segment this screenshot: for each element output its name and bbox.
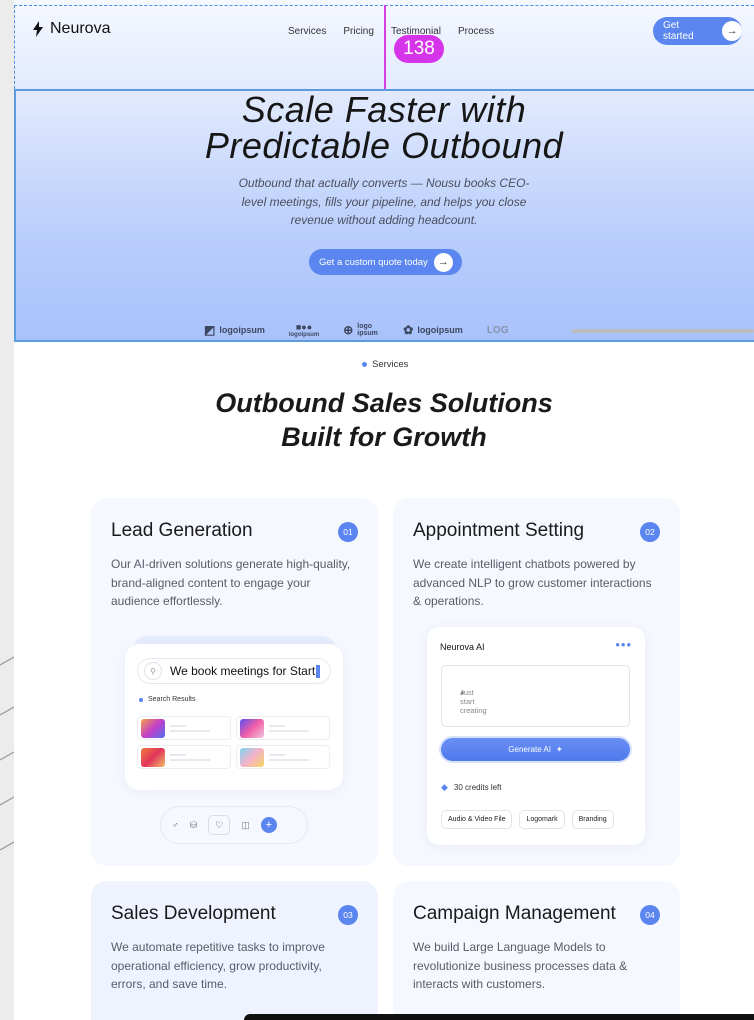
card-number-badge: 04 xyxy=(640,905,660,925)
arrow-right-icon: → xyxy=(433,252,453,272)
widget-toolbar: ♂ ⛁ ♡ ◫ + xyxy=(160,806,308,844)
search-input[interactable]: ⚲ We book meetings for Start xyxy=(137,658,331,684)
credits-text: 30 credits left xyxy=(453,783,502,792)
section-tag-label: Services xyxy=(372,359,409,370)
section-title: Outbound Sales Solutions Built for Growt… xyxy=(215,388,553,452)
sparkle-icon: ✦ xyxy=(556,745,563,754)
service-card-lead-generation: Lead Generation 01 Our AI-driven solutio… xyxy=(91,498,378,866)
generate-ai-label: Generate AI xyxy=(508,745,551,754)
client-logo-row: ◩ logoipsum ■●● logoipsum ⊕ logo ipsum ✿ log… xyxy=(204,322,508,338)
arrow-right-icon: → xyxy=(722,21,742,41)
search-query: We book meetings for Start xyxy=(170,663,321,679)
ai-widget: Neurova AI ••• Just start creating ● Gen… xyxy=(427,627,645,845)
client-logo-text: LOG xyxy=(486,324,509,336)
book-icon[interactable]: ◫ xyxy=(241,820,250,831)
measure-badge: 138 xyxy=(394,35,444,63)
card-title: Sales Development xyxy=(111,903,276,924)
card-number-badge: 01 xyxy=(338,522,358,542)
client-logo-text: logoipsum xyxy=(417,325,463,335)
search-result-item[interactable] xyxy=(137,716,231,740)
horizontal-scrollbar[interactable] xyxy=(572,329,754,333)
client-logo-text: logoipsum xyxy=(219,325,265,335)
section-tag: Services xyxy=(362,359,408,370)
card-description: Our AI-driven solutions generate high-qu… xyxy=(111,557,351,608)
search-result-item[interactable] xyxy=(236,716,330,740)
dots-logo-icon: ■●● xyxy=(295,322,313,332)
search-widget: ⚲ We book meetings for Start Search Resu… xyxy=(125,644,343,790)
client-logo-1: ◩ logoipsum xyxy=(204,323,265,337)
result-thumbnail xyxy=(240,748,264,767)
result-thumbnail xyxy=(240,719,264,738)
client-logo-text: logoipsum xyxy=(288,332,320,338)
hero-subtitle: Outbound that actually converts — Nousu … xyxy=(238,176,530,227)
measure-guide-line xyxy=(384,5,386,89)
globe-logo-icon: ⊕ xyxy=(343,323,354,337)
brand-name: Neurova xyxy=(50,20,111,37)
add-icon[interactable]: + xyxy=(260,817,277,833)
service-card-appointment-setting: Appointment Setting 02 We create intelli… xyxy=(393,498,680,866)
card-description: We build Large Language Models to revolu… xyxy=(413,940,628,991)
card-title: Campaign Management xyxy=(413,903,616,924)
card-description: We create intelligent chatbots powered b… xyxy=(413,557,652,608)
mic-icon[interactable]: ♂ xyxy=(172,820,179,830)
card-number-badge: 03 xyxy=(338,905,358,925)
nav-pricing[interactable]: Pricing xyxy=(343,26,374,37)
card-description: We automate repetitive tasks to improve … xyxy=(111,940,325,991)
main-nav: Services Pricing Testimonial Process xyxy=(288,26,494,37)
diamond-icon: ◆ xyxy=(441,782,448,792)
service-card-sales-development: Sales Development 03 We automate repetit… xyxy=(91,881,378,1020)
search-query-text: We book meetings for Start xyxy=(170,663,316,678)
chip-branding[interactable]: Branding xyxy=(571,810,614,829)
card-number-badge: 02 xyxy=(640,522,660,542)
client-logo-4: ✿ logoipsum xyxy=(403,323,463,337)
nav-testimonial[interactable]: Testimonial xyxy=(391,26,441,37)
flower-logo-icon: ✿ xyxy=(403,323,414,337)
ai-chip-list: Audio & Video File Logomark Branding xyxy=(441,810,614,829)
hero-title-line2: Predictable Outbound xyxy=(204,125,564,166)
card-title: Lead Generation xyxy=(111,520,253,541)
chip-logomark[interactable]: Logomark xyxy=(519,810,565,829)
bolt-icon xyxy=(33,21,43,37)
nav-process[interactable]: Process xyxy=(458,26,494,37)
decorative-lines xyxy=(0,656,14,851)
logo-mark-icon: ◩ xyxy=(204,323,216,337)
generate-ai-button[interactable]: Generate AI ✦ xyxy=(441,738,630,761)
ai-prompt-input[interactable]: Just start creating ● xyxy=(441,665,630,727)
result-thumbnail xyxy=(141,748,165,767)
search-icon: ⚲ xyxy=(144,662,162,680)
tag-dot xyxy=(362,362,367,367)
credits-indicator: ◆ 30 credits left xyxy=(441,782,502,793)
result-thumbnail xyxy=(141,719,165,738)
custom-quote-button[interactable]: Get a custom quote today → xyxy=(309,249,462,275)
text-cursor xyxy=(316,665,321,679)
chip-audio-video[interactable]: Audio & Video File xyxy=(441,810,513,829)
search-result-item[interactable] xyxy=(137,745,231,769)
heart-icon[interactable]: ♡ xyxy=(208,815,231,835)
client-logo-text: logo ipsum xyxy=(357,323,378,337)
ai-widget-title: Neurova AI xyxy=(440,642,485,652)
search-results-text: Search Results xyxy=(148,696,196,703)
bottom-dock xyxy=(244,1014,754,1020)
custom-quote-label: Get a custom quote today xyxy=(319,256,428,268)
brand-logo[interactable]: Neurova xyxy=(32,20,110,38)
search-results-label: Search Results xyxy=(139,696,195,703)
get-started-label: Get started xyxy=(663,20,694,42)
client-logo-2: ■●● logoipsum xyxy=(289,322,319,338)
database-icon[interactable]: ⛁ xyxy=(190,820,198,831)
nav-services[interactable]: Services xyxy=(288,26,326,37)
card-title: Appointment Setting xyxy=(413,520,585,541)
hero-title: Scale Faster with Predictable Outbound xyxy=(14,92,754,164)
hero-title-line1: Scale Faster with xyxy=(241,89,527,130)
client-logo-3: ⊕ logo ipsum xyxy=(343,323,379,337)
results-dot xyxy=(139,697,143,702)
page: 138 Neurova Services Pricing Testimonial… xyxy=(14,0,754,1020)
service-card-campaign-management: Campaign Management 04 We build Large La… xyxy=(393,881,680,1020)
search-result-item[interactable] xyxy=(236,745,330,769)
typing-dot-icon: ● xyxy=(460,688,465,697)
client-logo-5: LOG xyxy=(487,325,509,336)
more-options-icon[interactable]: ••• xyxy=(615,637,632,652)
get-started-button[interactable]: Get started → xyxy=(653,17,742,45)
